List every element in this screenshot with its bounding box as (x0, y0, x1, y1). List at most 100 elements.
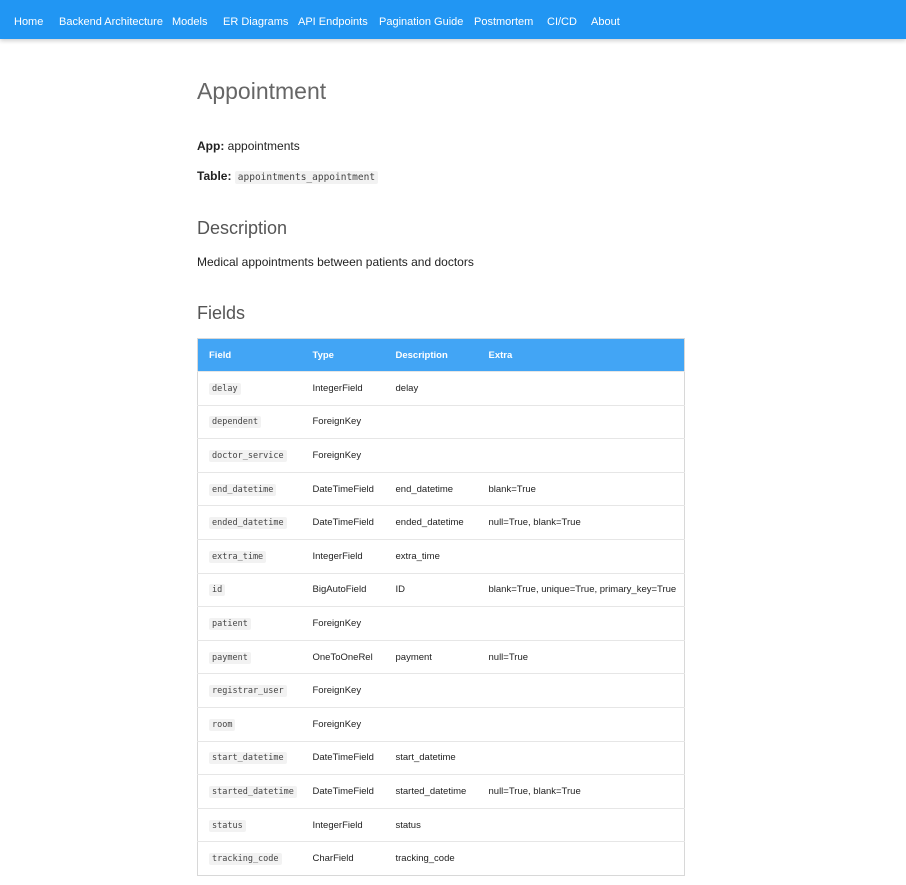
field-type-cell: IntegerField (312, 550, 363, 562)
table-row: dependent ForeignKey (197, 405, 685, 439)
field-type-cell: IntegerField (312, 819, 363, 831)
field-name-cell: dependent (198, 405, 302, 439)
field-type-cell: DateTimeField (312, 785, 374, 797)
field-type-cell: BigAutoField (312, 584, 367, 596)
field-name-code: ended_datetime (209, 517, 287, 530)
field-extra-cell (478, 808, 685, 842)
field-description-cell: ended_datetime (395, 517, 464, 529)
field-type-cell: ForeignKey (312, 685, 362, 697)
field-name-code: patient (209, 617, 251, 630)
nav-link-models[interactable]: Models (172, 0, 207, 39)
field-name-code: tracking_code (209, 853, 282, 866)
field-type-cell: ForeignKey (312, 617, 362, 629)
column-header-extra: Extra (488, 349, 513, 361)
field-extra-cell (478, 741, 685, 775)
app-meta-line: App: appointments (197, 139, 300, 153)
table-row: started_datetime DateTimeField started_dat… (197, 774, 685, 809)
field-description-cell: end_datetime (395, 483, 454, 495)
field-description-cell (385, 439, 478, 473)
field-name-cell: patient (198, 607, 302, 641)
field-extra-cell (478, 372, 685, 406)
field-extra-cell: null=True (488, 651, 529, 663)
field-extra-cell (478, 707, 685, 741)
table-row: room ForeignKey (197, 707, 685, 741)
field-name-cell: delay (198, 372, 302, 406)
table-row: end_datetime DateTimeField end_datetime bla… (197, 472, 685, 506)
field-extra-cell: blank=True (488, 483, 536, 495)
field-extra-cell (478, 607, 685, 641)
field-name-code: end_datetime (209, 483, 277, 496)
field-description-cell: delay (395, 382, 419, 394)
field-name-cell: start_datetime (198, 741, 302, 775)
field-type-cell: OneToOneRel (312, 651, 373, 663)
field-name-cell: payment (198, 640, 302, 674)
field-name-code: registrar_user (209, 685, 287, 698)
field-name-cell: ended_datetime (198, 506, 302, 540)
field-description-cell: started_datetime (395, 785, 467, 797)
field-extra-cell: null=True, blank=True (488, 517, 581, 529)
app-value: appointments (227, 139, 300, 153)
table-name-code: appointments_appointment (234, 171, 379, 184)
field-description-cell (385, 674, 478, 708)
table-row: start_datetime DateTimeField start_datetim… (197, 741, 685, 775)
field-extra-cell (478, 842, 685, 876)
field-name-code: status (209, 819, 246, 832)
description-heading: Description (197, 218, 288, 238)
column-header-field: Field (209, 349, 232, 361)
field-type-cell: DateTimeField (312, 483, 374, 495)
nav-link-ci-cd[interactable]: CI/CD (547, 0, 577, 39)
field-name-code: doctor_service (209, 449, 287, 462)
nav-link-er-diagrams[interactable]: ER Diagrams (223, 0, 288, 39)
table-row: status IntegerField status (197, 808, 685, 842)
fields-table: Field Type Description Extra delay Intege… (197, 338, 685, 876)
fields-heading: Fields (197, 303, 246, 323)
field-extra-cell (478, 539, 685, 573)
nav-link-postmortem[interactable]: Postmortem (474, 0, 533, 39)
table-row: registrar_user ForeignKey (197, 673, 685, 708)
field-description-cell: status (395, 819, 421, 831)
nav-link-backend-architecture[interactable]: Backend Architecture (59, 0, 163, 39)
nav-link-home[interactable]: Home (14, 0, 43, 39)
field-name-cell: tracking_code (198, 842, 302, 876)
table-meta-line: Table: appointments_appointment (197, 169, 379, 184)
description-text: Medical appointments between patients an… (197, 255, 474, 269)
field-extra-cell (478, 674, 685, 708)
nav-link-pagination-guide[interactable]: Pagination Guide (379, 0, 463, 39)
field-type-cell: ForeignKey (312, 416, 362, 428)
table-label: Table: (197, 169, 232, 183)
field-name-cell: status (198, 808, 302, 842)
table-row: extra_time IntegerField extra_time (197, 539, 685, 573)
field-name-code: start_datetime (209, 752, 287, 765)
top-navigation-bar: Home Backend Architecture Models ER Diag… (0, 0, 906, 39)
field-type-cell: ForeignKey (312, 718, 362, 730)
field-name-code: room (209, 718, 236, 731)
table-row: ended_datetime DateTimeField ended_datetim… (197, 505, 685, 540)
field-name-cell: room (198, 707, 302, 741)
field-description-cell (385, 607, 478, 641)
field-extra-cell: null=True, blank=True (488, 785, 581, 797)
field-name-code: delay (209, 382, 241, 395)
field-name-cell: registrar_user (198, 674, 302, 708)
field-name-cell: doctor_service (198, 439, 302, 473)
field-name-cell: extra_time (198, 539, 302, 573)
field-name-code: extra_time (209, 550, 267, 563)
field-type-cell: ForeignKey (312, 449, 362, 461)
fields-table-header-row: Field Type Description Extra (197, 338, 685, 372)
field-type-cell: IntegerField (312, 382, 363, 394)
table-row: tracking_code CharField tracking_code (197, 841, 685, 876)
field-name-cell: started_datetime (198, 775, 302, 809)
nav-link-about[interactable]: About (591, 0, 620, 39)
field-name-cell: end_datetime (198, 472, 302, 506)
field-extra-cell: blank=True, unique=True, primary_key=Tru… (488, 584, 677, 596)
nav-link-api-endpoints[interactable]: API Endpoints (298, 0, 368, 39)
app-label: App: (197, 139, 225, 153)
field-name-code: id (209, 584, 226, 597)
field-extra-cell (478, 405, 685, 439)
table-row: payment OneToOneRel payment null=True (197, 640, 685, 674)
field-description-cell: extra_time (395, 550, 440, 562)
field-name-cell: id (198, 573, 302, 607)
field-name-code: started_datetime (209, 785, 297, 798)
table-row: doctor_service ForeignKey (197, 438, 685, 473)
field-description-cell: payment (395, 651, 432, 663)
field-description-cell: start_datetime (395, 752, 456, 764)
